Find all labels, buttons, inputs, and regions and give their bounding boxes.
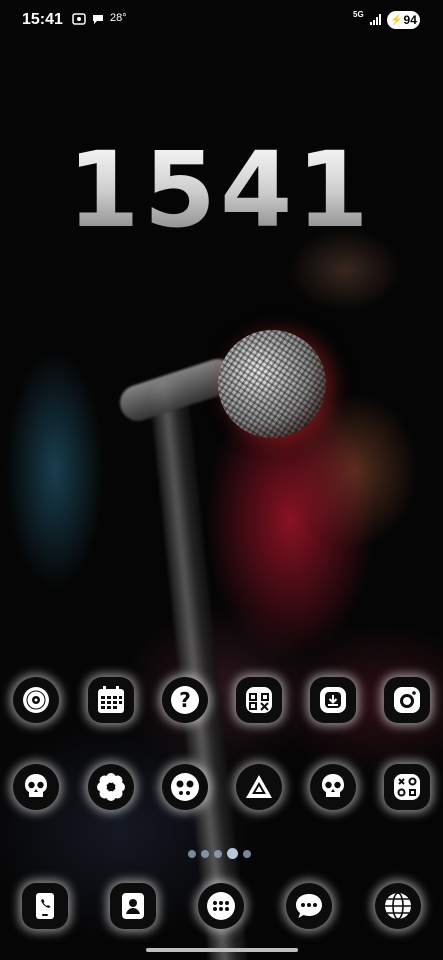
page-dot[interactable]: [214, 849, 222, 858]
games-icon[interactable]: [384, 764, 430, 810]
help-question-icon[interactable]: ?: [162, 677, 208, 723]
camera-icon[interactable]: [384, 677, 430, 723]
compass-grid-icon[interactable]: [236, 677, 282, 723]
temperature-text: 28°: [110, 12, 127, 24]
page-dot[interactable]: [201, 849, 209, 858]
contacts-icon[interactable]: [110, 883, 156, 929]
network-type: 5G: [353, 10, 364, 19]
battery-charging-icon: ⚡: [390, 14, 403, 26]
skull-icon[interactable]: [310, 764, 356, 810]
messages-icon[interactable]: [286, 883, 332, 929]
screen-record-icon: [72, 12, 86, 26]
chat-icon: [91, 12, 105, 26]
battery-level: 94: [403, 13, 417, 27]
drive-triangle-icon[interactable]: [236, 764, 282, 810]
page-dot[interactable]: [243, 849, 251, 858]
browser-icon[interactable]: [375, 883, 421, 929]
flower-icon[interactable]: [88, 764, 134, 810]
app-drawer-icon[interactable]: [198, 883, 244, 929]
microphone-stand: [148, 379, 250, 960]
svg-text:?: ?: [179, 688, 191, 712]
status-bar: 15:41 28° 5G ⚡ 94: [0, 0, 443, 42]
battery-indicator: ⚡ 94: [387, 11, 420, 29]
clock-widget[interactable]: 1541: [60, 135, 380, 245]
page-indicator: [188, 848, 251, 859]
page-dot-active[interactable]: [227, 848, 238, 859]
calendar-icon[interactable]: [88, 677, 134, 723]
download-icon[interactable]: [310, 677, 356, 723]
vinyl-record-icon[interactable]: [13, 677, 59, 723]
skull-icon[interactable]: [13, 764, 59, 810]
gesture-navigation-bar[interactable]: [146, 948, 298, 952]
skull-face-icon[interactable]: [162, 764, 208, 810]
microphone-head: [207, 319, 337, 449]
page-dot[interactable]: [188, 849, 196, 858]
signal-icon: [369, 13, 382, 27]
phone-icon[interactable]: [22, 883, 68, 929]
status-time: 15:41: [22, 11, 63, 28]
